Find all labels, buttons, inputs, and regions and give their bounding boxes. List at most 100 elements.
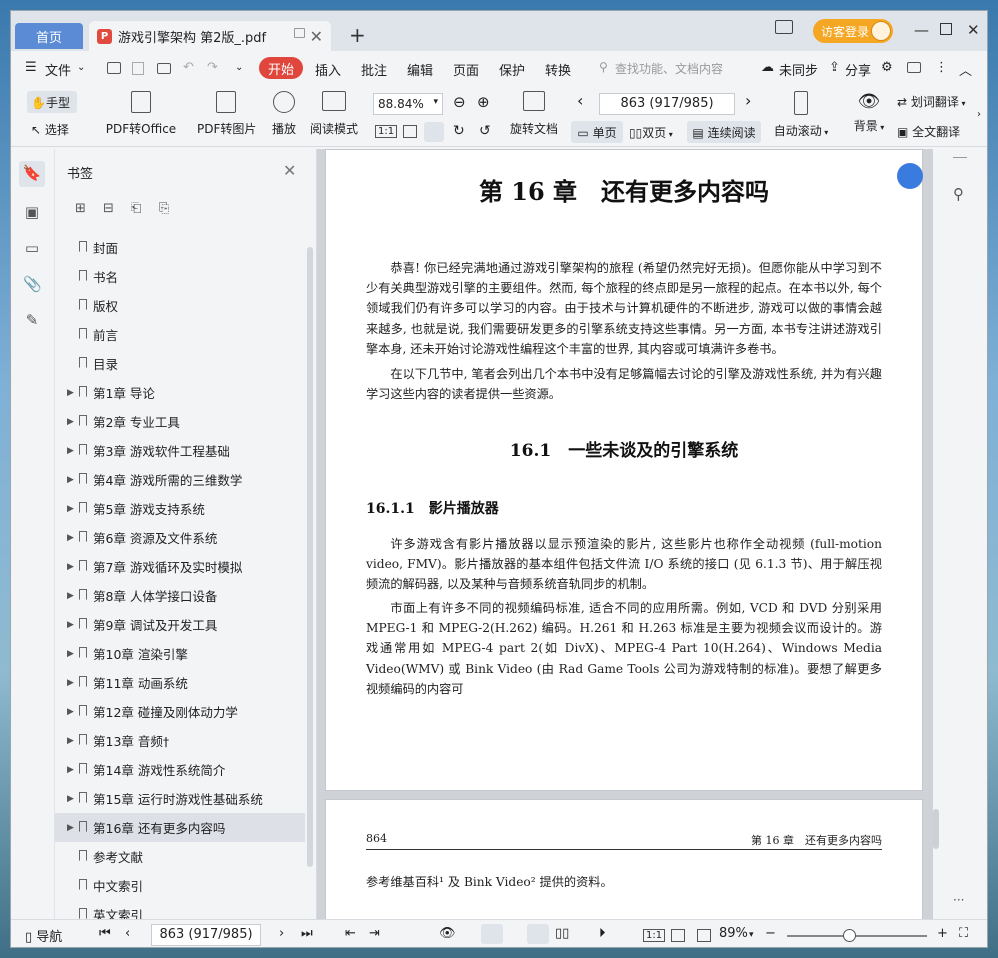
menu-insert[interactable]: 插入 (315, 60, 341, 79)
background-button[interactable]: 👁 背景 ▾ (849, 91, 889, 134)
rotate-right-icon[interactable]: ↺ (479, 123, 491, 139)
menu-page[interactable]: 页面 (453, 60, 479, 79)
bookmark-item[interactable]: ▶ 第13章 音频† (55, 726, 305, 755)
find-icon[interactable]: ⚲ (953, 185, 964, 203)
open-folder-icon[interactable] (107, 62, 121, 74)
collapse-ribbon-icon[interactable]: ︿ (959, 60, 972, 79)
bookmark-item[interactable]: ▶ 第2章 专业工具 (55, 407, 305, 436)
more-icon[interactable]: ··· (953, 893, 964, 907)
signature-icon[interactable]: ✎ (23, 311, 41, 329)
bookmark-item[interactable]: ▶ 第9章 调试及开发工具 (55, 610, 305, 639)
menu-start[interactable]: 开始 (259, 57, 303, 79)
bookmark-collapse-icon[interactable]: ⎘ (159, 201, 177, 217)
zoom-percentage[interactable]: 89% (719, 926, 748, 941)
cloud-sync-icon[interactable]: ☁ (761, 60, 774, 75)
expand-arrow-icon[interactable]: ▶ (67, 794, 74, 804)
print-icon[interactable] (157, 63, 171, 74)
add-bookmark-icon[interactable]: ⊞ (75, 201, 93, 217)
expand-arrow-icon[interactable]: ▶ (67, 504, 74, 514)
minimize-icon[interactable]: — (914, 21, 929, 39)
hand-tool[interactable]: ✋手型 (27, 91, 77, 113)
document-tab[interactable]: P 游戏引擎架构 第2版_.pdf ✕ (89, 21, 331, 51)
add-child-bookmark-icon[interactable]: ⊟ (103, 201, 121, 217)
document-scrollbar[interactable] (933, 809, 939, 849)
bookmark-expand-icon[interactable]: ⎗ (131, 201, 149, 217)
expand-arrow-icon[interactable]: ▶ (67, 533, 74, 543)
undo-icon[interactable]: ↶ (183, 60, 194, 75)
fullscreen-icon[interactable]: ⛶ (959, 926, 968, 941)
rotate-left-icon[interactable]: ↻ (453, 123, 465, 139)
new-tab-button[interactable]: + (349, 23, 366, 47)
single-page-view-icon[interactable] (527, 924, 549, 944)
bookmark-item[interactable]: ▶ 第7章 游戏循环及实时模拟 (55, 552, 305, 581)
play-icon[interactable]: ⏵ (599, 926, 606, 941)
auto-scroll-button[interactable]: 自动滚动 ▾ (771, 91, 831, 139)
expand-arrow-icon[interactable]: ▶ (67, 446, 74, 456)
zoom-out-icon[interactable]: ⊖ (453, 93, 466, 111)
bookmark-item[interactable]: ▶ 第8章 人体学接口设备 (55, 581, 305, 610)
actual-size-icon[interactable]: 1:1 (643, 929, 666, 942)
zoom-slider[interactable] (787, 935, 927, 937)
double-page-view-icon[interactable]: ▯▯ (555, 926, 569, 941)
expand-arrow-icon[interactable]: ▶ (67, 678, 74, 688)
zoom-select[interactable]: 88.84% ▾ (373, 93, 443, 115)
bookmark-item[interactable]: ▶ 第16章 还有更多内容吗 (55, 813, 305, 842)
status-page-input[interactable]: 863 (917/985) (151, 924, 261, 946)
next-page-icon[interactable]: › (279, 926, 284, 941)
menu-file[interactable]: 文件 (45, 60, 71, 79)
expand-arrow-icon[interactable]: ▶ (67, 649, 74, 659)
quick-access-dropdown-icon[interactable]: ⌄ (235, 62, 243, 73)
tab-window-icon[interactable] (294, 28, 305, 38)
expand-arrow-icon[interactable]: ▶ (67, 591, 74, 601)
bookmark-scrollbar[interactable] (307, 247, 313, 867)
maximize-icon[interactable] (940, 23, 952, 35)
zoom-in-icon[interactable]: + (937, 926, 948, 941)
bookmark-item[interactable]: 版权 (55, 291, 305, 320)
select-tool[interactable]: ↖ 选择 (31, 121, 69, 138)
close-window-icon[interactable]: ✕ (967, 21, 980, 39)
back-icon[interactable]: ⇤ (345, 926, 356, 941)
zoom-slider-handle[interactable] (843, 929, 856, 942)
fit-page-icon[interactable] (403, 125, 417, 138)
expand-arrow-icon[interactable]: ▶ (67, 562, 74, 572)
floating-tool-button[interactable] (897, 163, 923, 189)
bookmark-item[interactable]: 书名 (55, 262, 305, 291)
bookmark-item[interactable]: 目录 (55, 349, 305, 378)
previous-page-icon[interactable]: ‹ (125, 926, 130, 941)
previous-page-icon[interactable]: ‹ (577, 91, 583, 110)
hamburger-menu-icon[interactable]: ☰ (25, 60, 37, 75)
double-page-button[interactable]: ▯▯双页 ▾ (629, 124, 673, 141)
reader-mode-icon[interactable] (775, 20, 793, 34)
expand-arrow-icon[interactable]: ▶ (67, 823, 74, 833)
home-tab[interactable]: 首页 (15, 23, 83, 49)
bookmark-item[interactable]: ▶ 第11章 动画系统 (55, 668, 305, 697)
bookmark-item[interactable]: 前言 (55, 320, 305, 349)
bookmark-item[interactable]: ▶ 第10章 渲染引擎 (55, 639, 305, 668)
bookmark-item[interactable]: ▶ 第5章 游戏支持系统 (55, 494, 305, 523)
first-page-icon[interactable]: ⏮ (99, 926, 111, 941)
chevron-down-icon[interactable]: ▾ (749, 930, 754, 940)
forward-icon[interactable]: ⇥ (369, 926, 380, 941)
bookmark-item[interactable]: ▶ 第3章 游戏软件工程基础 (55, 436, 305, 465)
search-icon[interactable]: ⚲ (599, 60, 608, 74)
eye-icon[interactable]: 👁 (439, 926, 456, 941)
expand-arrow-icon[interactable]: ▶ (67, 388, 74, 398)
last-page-icon[interactable]: ⏭ (301, 926, 313, 941)
menu-edit[interactable]: 编辑 (407, 60, 433, 79)
pdf-to-image-button[interactable]: PDF转图片 (197, 91, 256, 137)
gear-icon[interactable]: ⚙ (881, 60, 893, 75)
menu-convert[interactable]: 转换 (545, 60, 571, 79)
share-button[interactable]: 分享 (845, 60, 871, 79)
full-translate-button[interactable]: ▣ 全文翻译 (897, 123, 960, 140)
play-button[interactable]: 播放 (269, 91, 299, 137)
bookmark-item[interactable]: ▶ 第6章 资源及文件系统 (55, 523, 305, 552)
chevron-right-icon[interactable]: › (977, 109, 981, 120)
guest-login-button[interactable]: 访客登录 (813, 19, 893, 43)
expand-arrow-icon[interactable]: ▶ (67, 707, 74, 717)
bookmark-item[interactable]: ▶ 第14章 游戏性系统简介 (55, 755, 305, 784)
continuous-reading-button[interactable]: ▤ 连续阅读 (687, 121, 761, 143)
zoom-in-icon[interactable]: ⊕ (477, 93, 490, 111)
menu-protect[interactable]: 保护 (499, 60, 525, 79)
fit-width-icon[interactable] (424, 122, 444, 142)
expand-arrow-icon[interactable]: ▶ (67, 765, 74, 775)
